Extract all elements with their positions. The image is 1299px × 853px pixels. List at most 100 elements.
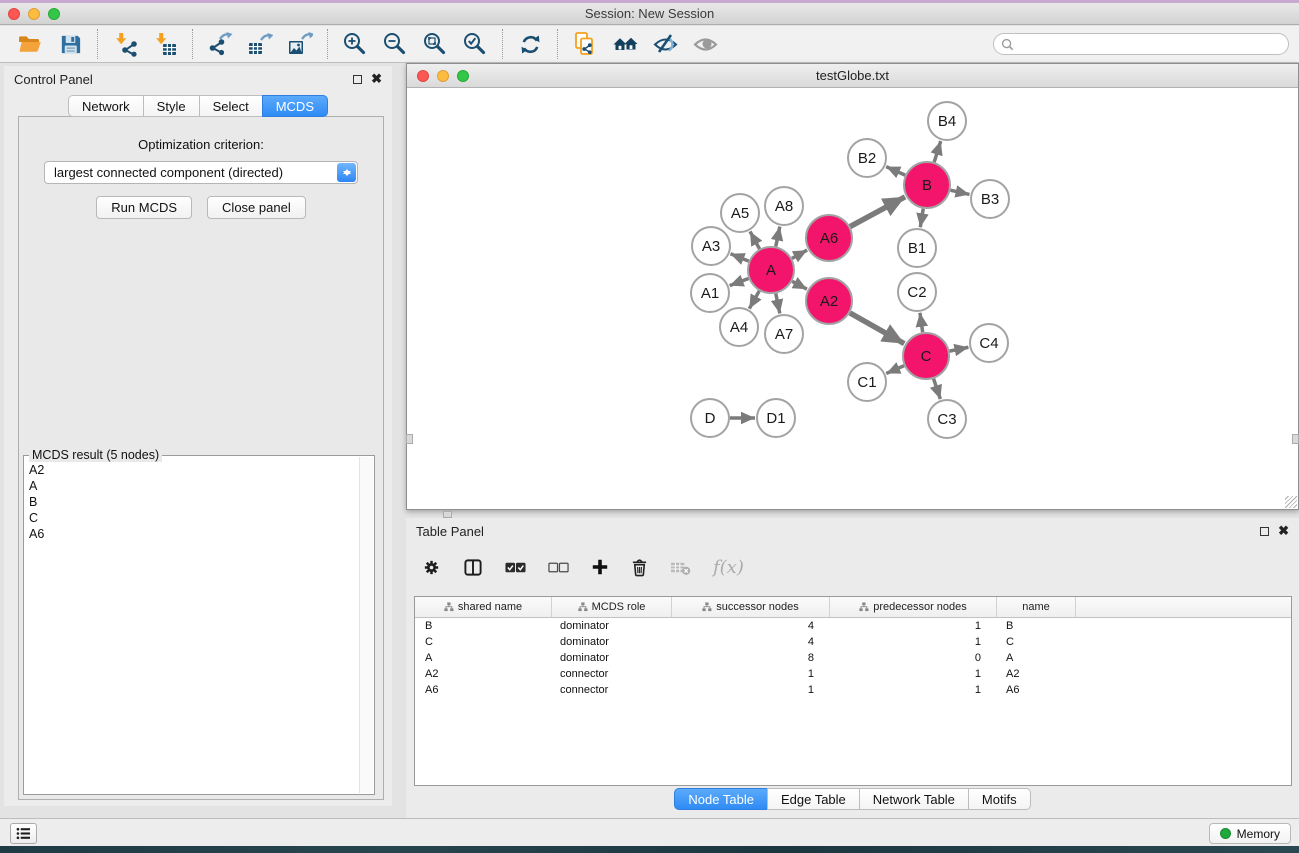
graph-node-label-A7: A7 — [775, 326, 793, 343]
tab-network-table[interactable]: Network Table — [859, 788, 969, 810]
network-minimize-button[interactable] — [437, 70, 449, 82]
float-table-panel-icon[interactable] — [1260, 527, 1269, 536]
import-table-icon[interactable] — [145, 28, 185, 60]
zoom-out-icon[interactable] — [375, 28, 415, 60]
search-input[interactable] — [1018, 35, 1288, 53]
network-canvas[interactable]: B4B2BB3A8A5A6A3B1AA1C2A2A4A7C4CC1C3DD1 — [407, 89, 1298, 509]
graph-edge-A6-B[interactable] — [850, 197, 905, 227]
zoom-in-icon[interactable] — [335, 28, 375, 60]
export-network-icon[interactable] — [200, 28, 240, 60]
graph-edge-C-C1[interactable] — [886, 366, 904, 374]
tab-node-table[interactable]: Node Table — [674, 788, 768, 810]
network-close-button[interactable] — [417, 70, 429, 82]
clone-network-icon[interactable] — [565, 28, 605, 60]
deselect-all-rows-icon[interactable] — [548, 561, 569, 574]
zoom-fit-icon[interactable] — [415, 28, 455, 60]
graph-edge-A-A2[interactable] — [792, 281, 807, 289]
result-item[interactable]: A6 — [29, 526, 369, 542]
close-panel-icon[interactable]: ✖ — [371, 74, 382, 84]
hide-graphics-details-icon[interactable] — [645, 28, 685, 60]
table-row[interactable]: Cdominator41C — [415, 634, 1291, 650]
result-item[interactable]: B — [29, 494, 369, 510]
graph-node-label-A4: A4 — [730, 319, 748, 336]
graph-edge-B-B3[interactable] — [950, 190, 969, 194]
save-session-icon[interactable] — [50, 28, 90, 60]
tab-motifs[interactable]: Motifs — [968, 788, 1031, 810]
column-header-name[interactable]: name — [997, 597, 1076, 617]
graph-node-label-C: C — [921, 348, 932, 365]
dropdown-stepper-icon[interactable] — [337, 163, 356, 182]
close-table-panel-icon[interactable]: ✖ — [1278, 526, 1289, 536]
graph-node-label-B1: B1 — [908, 240, 926, 257]
zoom-selected-icon[interactable] — [455, 28, 495, 60]
delete-columns-icon[interactable] — [631, 558, 648, 577]
export-image-icon[interactable] — [280, 28, 320, 60]
criterion-dropdown[interactable]: largest connected component (directed) — [44, 161, 358, 184]
graph-edge-A-A8[interactable] — [776, 227, 780, 247]
graph-edge-A-A5[interactable] — [750, 231, 760, 248]
graph-edge-B-B4[interactable] — [934, 141, 941, 162]
resize-grip-icon[interactable] — [1285, 496, 1297, 508]
home-icon[interactable] — [605, 28, 645, 60]
graph-edge-A-A7[interactable] — [776, 294, 780, 314]
graph-edge-B-B1[interactable] — [920, 209, 923, 228]
table-row[interactable]: Adominator80A — [415, 650, 1291, 666]
tab-mcds[interactable]: MCDS — [262, 95, 328, 117]
graph-edge-A-A6[interactable] — [792, 250, 807, 258]
graph-node-label-A6: A6 — [820, 230, 838, 247]
graph-edge-C-C3[interactable] — [934, 379, 941, 399]
attribute-icon — [578, 602, 588, 612]
right-splitter-handle[interactable] — [1292, 434, 1299, 444]
tab-style[interactable]: Style — [143, 95, 200, 117]
graph-node-label-A5: A5 — [731, 205, 749, 222]
graph-node-label-B3: B3 — [981, 191, 999, 208]
create-column-icon[interactable] — [591, 558, 609, 576]
close-panel-button[interactable]: Close panel — [207, 196, 306, 219]
result-item[interactable]: A — [29, 478, 369, 494]
graph-edge-B-B2[interactable] — [886, 167, 905, 176]
zoom-window-button[interactable] — [48, 8, 60, 20]
memory-button[interactable]: Memory — [1209, 823, 1291, 844]
graph-edge-A-A3[interactable] — [730, 254, 748, 261]
control-panel-tabs: Network Style Select MCDS — [4, 95, 392, 117]
graph-edge-A2-C[interactable] — [850, 313, 904, 344]
close-window-button[interactable] — [8, 8, 20, 20]
tab-network[interactable]: Network — [68, 95, 144, 117]
float-panel-icon[interactable] — [353, 75, 362, 84]
left-splitter-handle[interactable] — [406, 434, 413, 444]
minimize-window-button[interactable] — [28, 8, 40, 20]
show-columns-icon[interactable] — [463, 558, 483, 577]
run-mcds-button[interactable]: Run MCDS — [96, 196, 192, 219]
result-item[interactable]: C — [29, 510, 369, 526]
column-header-predecessor-nodes[interactable]: predecessor nodes — [830, 597, 997, 617]
column-header-successor-nodes[interactable]: successor nodes — [672, 597, 830, 617]
table-row[interactable]: Bdominator41B — [415, 618, 1291, 634]
graph-edge-A-A4[interactable] — [749, 291, 759, 309]
table-row[interactable]: A2connector11A2 — [415, 666, 1291, 682]
table-row[interactable]: A6connector11A6 — [415, 682, 1291, 698]
graph-edge-C-C2[interactable] — [920, 313, 923, 332]
column-header-mcds-role[interactable]: MCDS role — [552, 597, 672, 617]
result-scrollbar[interactable] — [359, 457, 373, 793]
tab-select[interactable]: Select — [199, 95, 263, 117]
bottom-splitter-handle[interactable] — [443, 511, 452, 518]
app-titlebar: Session: New Session — [0, 3, 1299, 25]
search-field[interactable] — [993, 33, 1289, 55]
network-zoom-button[interactable] — [457, 70, 469, 82]
network-title: testGlobe.txt — [816, 68, 889, 83]
graph-edge-C-C4[interactable] — [950, 347, 969, 351]
refresh-icon[interactable] — [510, 28, 550, 60]
main-toolbar — [0, 26, 1299, 63]
task-history-button[interactable] — [10, 823, 37, 844]
column-header-shared-name[interactable]: shared name — [415, 597, 552, 617]
export-table-icon[interactable] — [240, 28, 280, 60]
table-panel: Table Panel ✖ — [406, 518, 1299, 818]
graph-edge-A-A1[interactable] — [730, 278, 749, 285]
table-settings-icon[interactable] — [422, 558, 441, 577]
select-all-rows-icon[interactable] — [505, 561, 526, 574]
import-network-icon[interactable] — [105, 28, 145, 60]
result-item[interactable]: A2 — [29, 462, 369, 478]
open-session-icon[interactable] — [10, 28, 50, 60]
tab-edge-table[interactable]: Edge Table — [767, 788, 860, 810]
node-table: shared name MCDS role successor nodes pr… — [414, 596, 1292, 786]
